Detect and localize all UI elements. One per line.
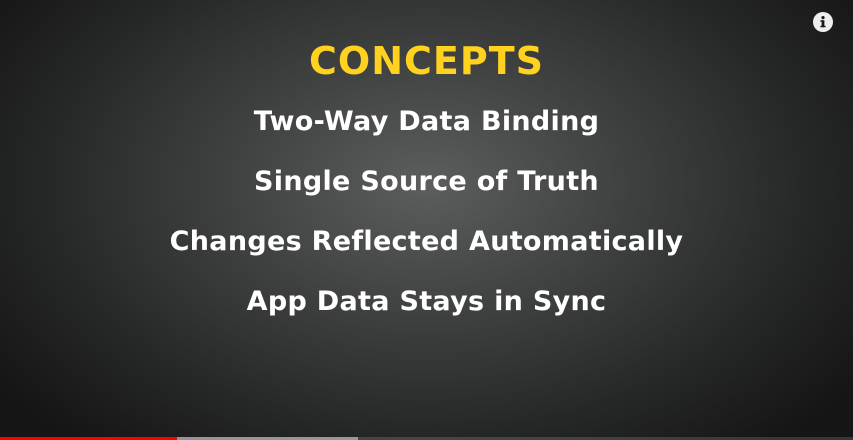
info-button[interactable] (813, 12, 833, 32)
info-icon (813, 12, 833, 32)
slide-title: CONCEPTS (309, 39, 544, 83)
concept-item: Two-Way Data Binding (253, 106, 600, 137)
concept-item: Changes Reflected Automatically (169, 226, 684, 257)
concept-list: Two-Way Data Binding Single Source of Tr… (0, 102, 853, 342)
concept-item: App Data Stays in Sync (246, 286, 607, 317)
video-frame[interactable]: CONCEPTS Two-Way Data Binding Single Sou… (0, 0, 853, 440)
concept-item: Single Source of Truth (254, 166, 599, 197)
